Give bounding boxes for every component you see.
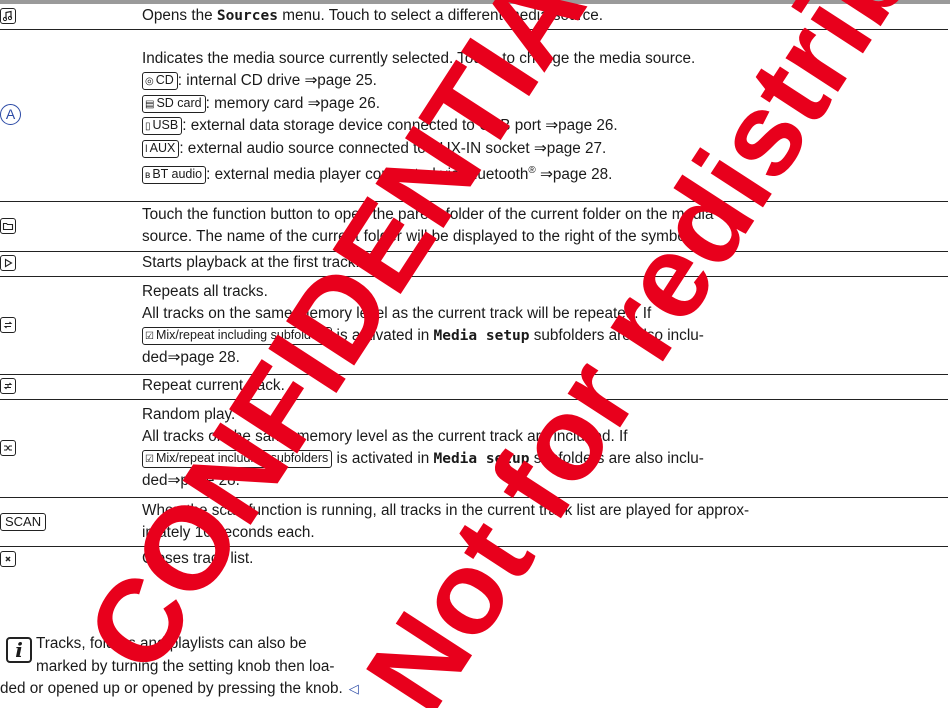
row-text: Opens the Sources menu. Touch to select … bbox=[142, 7, 604, 24]
aux-button[interactable]: ǀ AUX bbox=[142, 139, 180, 158]
source-usb: ▯ USB: external data storage device conne… bbox=[142, 115, 948, 138]
row-text: ded⇒page 28. bbox=[142, 472, 240, 489]
scan-button[interactable]: SCAN bbox=[0, 512, 47, 531]
table-row: A Indicates the media source currently s… bbox=[0, 29, 948, 202]
bluetooth-icon: ʙ bbox=[145, 170, 151, 181]
sd-card-button[interactable]: ▤ SD card bbox=[142, 94, 206, 113]
table-row: Closes track list. bbox=[0, 546, 948, 571]
table-row: SCAN When the scan function is running, … bbox=[0, 497, 948, 547]
row-text: Touch the function button to open the pa… bbox=[142, 206, 714, 223]
note-line: Tracks, folders and playlists can also b… bbox=[36, 635, 307, 652]
row-text: When the scan function is running, all t… bbox=[142, 501, 750, 519]
checkbox-icon: ☑ bbox=[145, 331, 154, 342]
row-text: ded⇒page 28. bbox=[142, 349, 240, 366]
close-icon bbox=[0, 550, 16, 567]
info-note: i Tracks, folders and playlists can also… bbox=[0, 633, 700, 701]
row-text: imately 10 seconds each. bbox=[142, 523, 315, 541]
table-row: Repeats all tracks. All tracks on the sa… bbox=[0, 276, 948, 375]
row-text: Indicates the media source currently sel… bbox=[142, 49, 696, 67]
end-mark: ◁ bbox=[348, 681, 359, 696]
shuffle-icon bbox=[0, 439, 16, 456]
repeat-icon bbox=[0, 316, 16, 333]
note-line: marked by turning the setting knob then … bbox=[36, 657, 335, 675]
row-text: Closes track list. bbox=[142, 549, 254, 567]
source-sd: ▤ SD card: memory card ⇒page 26. bbox=[142, 93, 948, 116]
table-row: Repeat current track. bbox=[0, 374, 948, 400]
table-row: Random play. All tracks on the same memo… bbox=[0, 399, 948, 498]
disc-icon: ◎ bbox=[145, 76, 154, 87]
row-text: Starts playback at the first track. bbox=[142, 254, 360, 272]
row-text: ☑ Mix/repeat including subfolders is acti… bbox=[142, 325, 948, 347]
bt-audio-button[interactable]: ʙ BT audio bbox=[142, 166, 207, 184]
repeat-one-icon bbox=[0, 378, 16, 395]
aux-plug-icon: ǀ bbox=[145, 143, 148, 155]
mix-repeat-subfolders-checkbox[interactable]: ☑ Mix/repeat including subfolders bbox=[142, 450, 333, 468]
row-text: All tracks on the same memory level as t… bbox=[142, 428, 628, 445]
music-note-icon bbox=[0, 8, 16, 25]
function-buttons-table: Opens the Sources menu. Touch to select … bbox=[0, 4, 948, 571]
table-row: Starts playback at the first track. bbox=[0, 251, 948, 277]
source-cd: ◎ CD: internal CD drive ⇒page 25. bbox=[142, 70, 948, 93]
row-text: Random play. bbox=[142, 406, 236, 423]
source-aux: ǀ AUX: external audio source connected to… bbox=[142, 138, 948, 161]
mix-repeat-subfolders-checkbox[interactable]: ☑ Mix/repeat including subfolders bbox=[142, 327, 333, 345]
row-text: ☑ Mix/repeat including subfolders is acti… bbox=[142, 448, 948, 470]
row-text: All tracks on the same memory level as t… bbox=[142, 305, 652, 322]
table-row: Touch the function button to open the pa… bbox=[0, 201, 948, 252]
row-text: Repeats all tracks. bbox=[142, 283, 268, 300]
source-marker: A bbox=[0, 104, 21, 125]
cd-button[interactable]: ◎ CD bbox=[142, 72, 178, 90]
play-icon bbox=[0, 255, 16, 272]
row-text: Repeat current track. bbox=[142, 377, 285, 395]
info-icon: i bbox=[6, 637, 32, 663]
usb-button[interactable]: ▯ USB bbox=[142, 117, 183, 135]
source-bt: ʙ BT audio: external media player connect… bbox=[142, 160, 948, 184]
usb-icon: ▯ bbox=[145, 121, 151, 132]
checkbox-icon: ☑ bbox=[145, 454, 154, 465]
note-line: ded or opened up or opened by pressing t… bbox=[0, 680, 359, 697]
table-row: Opens the Sources menu. Touch to select … bbox=[0, 4, 948, 30]
row-text: source. The name of the current folder w… bbox=[142, 228, 694, 245]
sd-card-icon: ▤ bbox=[145, 98, 155, 110]
folder-icon bbox=[0, 217, 16, 234]
